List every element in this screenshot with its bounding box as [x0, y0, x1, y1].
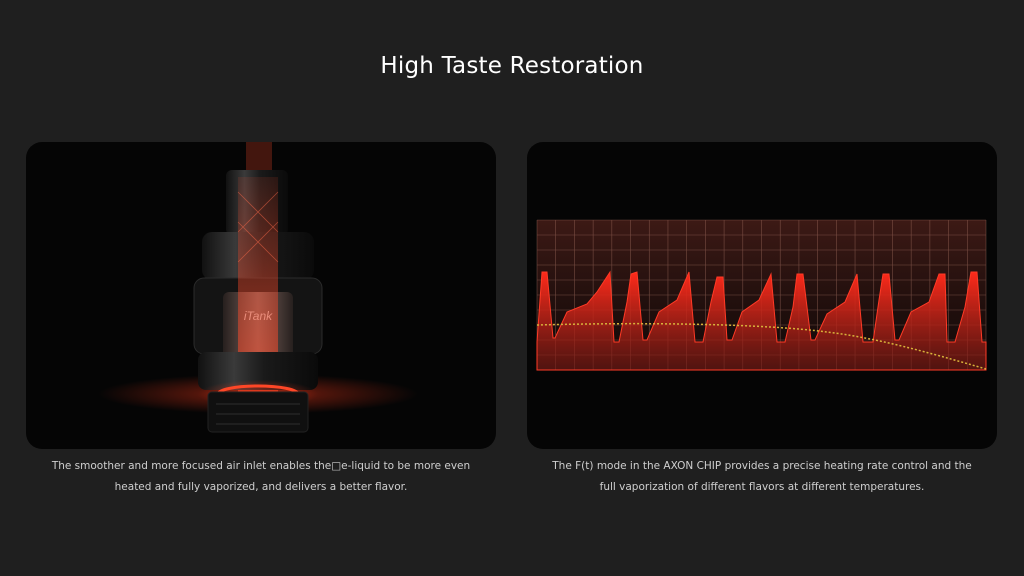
caption-line: The F(t) mode in the AXON CHIP provides …: [552, 460, 972, 472]
caption-line: full vaporization of different flavors a…: [599, 481, 925, 493]
caption-line: heated and fully vaporized, and delivers…: [114, 481, 408, 493]
tank-caption: The smoother and more focused air inlet …: [21, 456, 501, 498]
heating-graph-panel: [527, 142, 997, 449]
tank-image-panel: iTank: [26, 142, 496, 449]
tank-illustration: iTank: [98, 142, 418, 433]
heating-rate-graph: [536, 219, 987, 371]
caption-line: The smoother and more focused air inlet …: [51, 460, 471, 472]
page-title: High Taste Restoration: [380, 53, 644, 80]
graph-caption: The F(t) mode in the AXON CHIP provides …: [522, 456, 1002, 498]
